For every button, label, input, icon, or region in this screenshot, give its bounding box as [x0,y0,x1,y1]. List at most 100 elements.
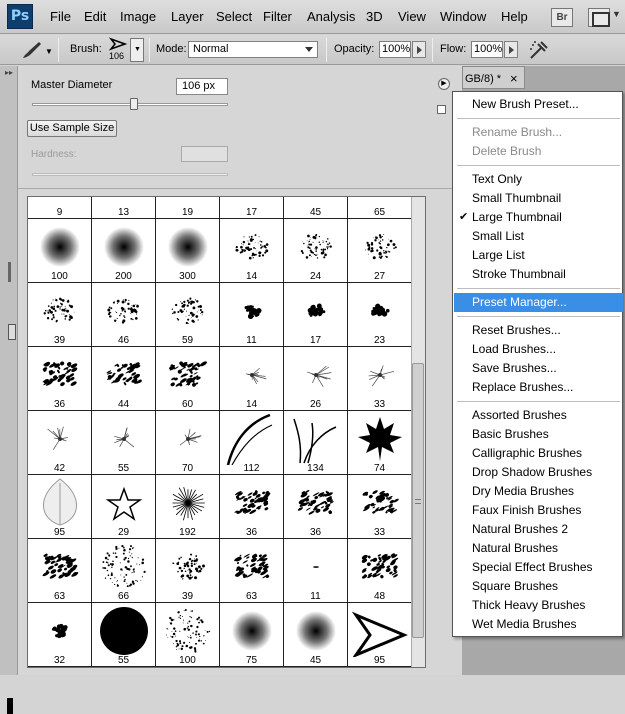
brush-preset-thumbnail[interactable]: 11 [220,283,284,347]
menu-item-assorted-brushes[interactable]: Assorted Brushes [454,406,623,425]
chevron-down-icon[interactable]: ▼ [45,47,53,56]
master-diameter-thumb[interactable] [130,98,138,110]
brush-preset-thumbnail[interactable]: 112 [220,411,284,475]
menu-item-natural-brushes-2[interactable]: Natural Brushes 2 [454,520,623,539]
brush-preset-thumbnail[interactable]: 44 [92,347,156,411]
flow-slider-button[interactable] [504,41,518,58]
brush-preset-thumbnail[interactable]: 9 [28,197,92,219]
strip-handle[interactable] [8,262,11,282]
menu-item-load-brushes[interactable]: Load Brushes... [454,340,623,359]
menu-item-replace-brushes[interactable]: Replace Brushes... [454,378,623,397]
menu-view[interactable]: View [398,9,426,24]
chevron-down-icon[interactable]: ▼ [612,9,621,19]
brush-preset-thumbnail[interactable]: 63 [28,539,92,603]
brush-preset-thumbnail[interactable]: 70 [156,411,220,475]
screen-mode-button[interactable] [588,8,610,27]
brush-preset-thumbnail[interactable]: 192 [156,475,220,539]
expand-icon[interactable]: ▸▸ [5,68,13,77]
menu-layer[interactable]: Layer [171,9,204,24]
brush-preset-thumbnail[interactable]: 63 [220,539,284,603]
brush-preset-thumbnail[interactable]: 66 [92,539,156,603]
brush-preset-thumbnail[interactable]: 13 [92,197,156,219]
brush-preset-thumbnail[interactable]: 134 [284,411,348,475]
brush-preset-thumbnail[interactable]: 19 [156,197,220,219]
brush-preset-thumbnail[interactable]: 17 [220,197,284,219]
opacity-slider-button[interactable] [412,41,426,58]
brush-preset-thumbnail[interactable]: 100 [156,603,220,667]
brush-preset-thumbnail[interactable]: 200 [92,219,156,283]
brush-preset-thumbnail[interactable]: 45 [284,603,348,667]
brush-preset-thumbnail[interactable]: 39 [156,539,220,603]
menu-item-reset-brushes[interactable]: Reset Brushes... [454,321,623,340]
brush-preset-thumbnail[interactable]: 300 [156,219,220,283]
brush-preset-thumbnail[interactable]: 39 [28,283,92,347]
tool-icon[interactable] [8,324,16,340]
brush-preset-thumbnail[interactable]: 75 [220,603,284,667]
menu-file[interactable]: File [50,9,71,24]
use-sample-size-button[interactable]: Use Sample Size [27,120,117,137]
brush-preset-thumbnail[interactable]: 32 [28,603,92,667]
menu-item-wet-media-brushes[interactable]: Wet Media Brushes [454,615,623,634]
master-diameter-input[interactable]: 106 px [176,78,228,95]
brush-picker-button[interactable]: ▼ [130,38,144,62]
brush-tool-icon[interactable] [20,40,44,60]
menu-edit[interactable]: Edit [84,9,106,24]
brush-preset-thumbnail[interactable]: 26 [284,347,348,411]
menu-3d[interactable]: 3D [366,9,383,24]
airbrush-icon[interactable] [528,39,550,61]
brush-preset-thumbnail[interactable]: 27 [348,219,412,283]
menu-filter[interactable]: Filter [263,9,292,24]
menu-analysis[interactable]: Analysis [307,9,355,24]
brush-preset-thumbnail[interactable]: 60 [156,347,220,411]
menu-item-special-effect-brushes[interactable]: Special Effect Brushes [454,558,623,577]
menu-item-save-brushes[interactable]: Save Brushes... [454,359,623,378]
menu-item-preset-manager[interactable]: Preset Manager... [454,293,623,312]
menu-item-new-brush-preset[interactable]: New Brush Preset... [454,95,623,114]
menu-help[interactable]: Help [501,9,528,24]
bridge-button[interactable]: Br [551,8,573,27]
brush-preset-thumbnail[interactable]: 46 [92,283,156,347]
menu-item-small-list[interactable]: Small List [454,227,623,246]
scrollbar-thumb[interactable] [412,363,424,638]
brush-preset-thumbnail[interactable]: 14 [220,347,284,411]
brush-preset-thumbnail[interactable]: 55 [92,603,156,667]
brush-preset-thumbnail[interactable]: 42 [28,411,92,475]
brush-preset-thumbnail[interactable]: 95 [348,603,412,667]
menu-item-basic-brushes[interactable]: Basic Brushes [454,425,623,444]
brush-preset-thumbnail[interactable]: 65 [348,197,412,219]
menu-item-square-brushes[interactable]: Square Brushes [454,577,623,596]
brush-preset-thumbnail[interactable]: 36 [284,475,348,539]
brush-preset-thumbnail[interactable]: 24 [284,219,348,283]
brush-preset-thumbnail[interactable]: 55 [92,411,156,475]
brush-preview-icon[interactable] [109,37,127,51]
color-swatch-icon[interactable] [7,698,13,714]
brush-preset-thumbnail[interactable]: 33 [348,347,412,411]
brush-preset-thumbnail[interactable]: 33 [348,475,412,539]
brush-preset-thumbnail[interactable]: 100 [28,219,92,283]
brush-preset-thumbnail[interactable]: 59 [156,283,220,347]
menu-window[interactable]: Window [440,9,486,24]
menu-image[interactable]: Image [120,9,156,24]
opacity-input[interactable]: 100% [379,41,411,58]
document-tab[interactable]: GB/8) * × [462,66,525,89]
create-new-preset-icon[interactable] [437,105,446,114]
menu-item-dry-media-brushes[interactable]: Dry Media Brushes [454,482,623,501]
menu-select[interactable]: Select [216,9,252,24]
menu-item-large-list[interactable]: Large List [454,246,623,265]
brush-preset-thumbnail[interactable]: 11 [284,539,348,603]
brush-preset-thumbnail[interactable]: 48 [348,539,412,603]
menu-item-faux-finish-brushes[interactable]: Faux Finish Brushes [454,501,623,520]
brush-preset-thumbnail[interactable]: 29 [92,475,156,539]
menu-item-drop-shadow-brushes[interactable]: Drop Shadow Brushes [454,463,623,482]
mode-select[interactable]: Normal [188,41,318,58]
menu-item-text-only[interactable]: Text Only [454,170,623,189]
brush-preset-thumbnail[interactable]: 23 [348,283,412,347]
menu-item-small-thumbnail[interactable]: Small Thumbnail [454,189,623,208]
menu-item-large-thumbnail[interactable]: ✔Large Thumbnail [454,208,623,227]
menu-item-calligraphic-brushes[interactable]: Calligraphic Brushes [454,444,623,463]
brush-preset-thumbnail[interactable]: 36 [220,475,284,539]
menu-item-natural-brushes[interactable]: Natural Brushes [454,539,623,558]
menu-item-thick-heavy-brushes[interactable]: Thick Heavy Brushes [454,596,623,615]
brush-preset-thumbnail[interactable]: 45 [284,197,348,219]
brush-preset-thumbnail[interactable]: 17 [284,283,348,347]
